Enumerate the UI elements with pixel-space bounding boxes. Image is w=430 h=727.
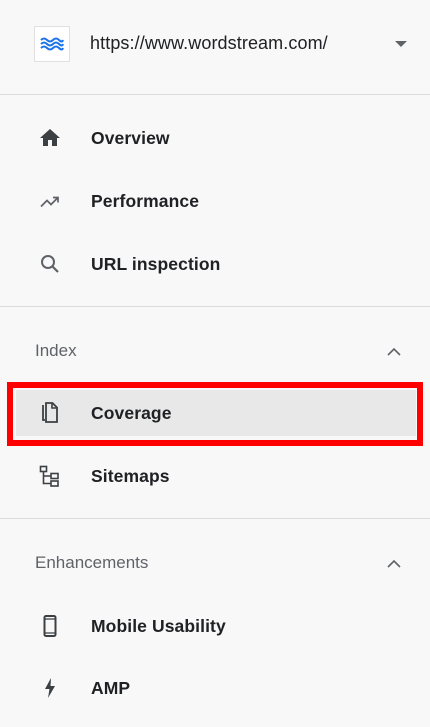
nav-item-label: URL inspection: [91, 253, 221, 274]
trending-up-icon: [36, 187, 64, 215]
wordstream-logo-icon: [34, 26, 70, 62]
divider: [0, 306, 430, 307]
divider: [0, 518, 430, 519]
section-header-index[interactable]: Index: [0, 331, 430, 371]
caret-down-icon[interactable]: [395, 41, 407, 47]
section-label: Index: [35, 341, 77, 360]
nav-item-label: Sitemaps: [91, 465, 170, 486]
home-icon: [36, 124, 64, 152]
section-label: Enhancements: [35, 553, 149, 572]
nav-item-mobile-usability[interactable]: Mobile Usability: [0, 599, 430, 653]
nav-item-label: Performance: [91, 190, 200, 211]
section-header-enhancements[interactable]: Enhancements: [0, 543, 430, 583]
chevron-up-icon[interactable]: [385, 342, 403, 360]
amp-bolt-icon: [36, 674, 64, 702]
smartphone-icon: [36, 612, 64, 640]
nav-item-label: Overview: [91, 127, 170, 148]
nav-item-sitemaps[interactable]: Sitemaps: [0, 449, 430, 503]
nav-item-url-inspection[interactable]: URL inspection: [0, 237, 430, 291]
property-selector[interactable]: https://www.wordstream.com/: [0, 0, 430, 94]
divider: [0, 94, 430, 95]
sitemap-icon: [36, 462, 64, 490]
search-icon: [36, 250, 64, 278]
nav-item-label: AMP: [91, 677, 131, 698]
nav-item-label: Mobile Usability: [91, 615, 226, 636]
nav-item-overview[interactable]: Overview: [0, 111, 430, 165]
highlight-annotation-box: [7, 382, 423, 446]
chevron-up-icon[interactable]: [385, 554, 403, 572]
nav-item-amp[interactable]: AMP: [0, 661, 430, 715]
property-url: https://www.wordstream.com/: [90, 33, 328, 53]
nav-item-performance[interactable]: Performance: [0, 174, 430, 228]
